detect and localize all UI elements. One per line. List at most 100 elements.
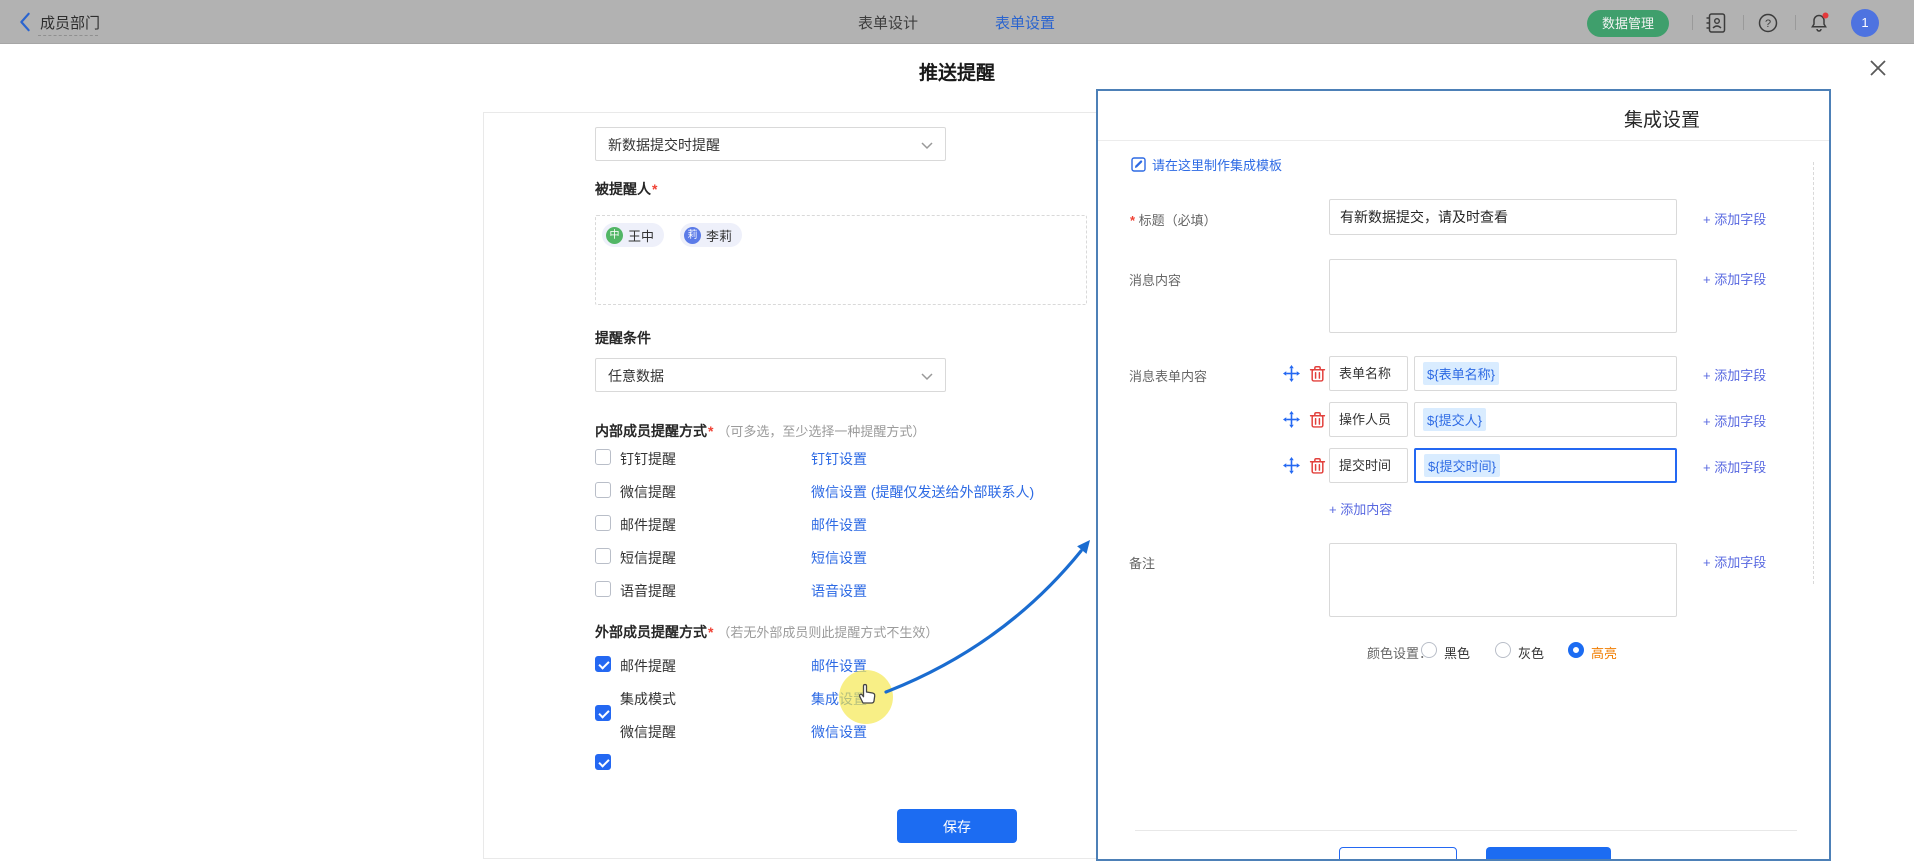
radio-label-highlight: 高亮: [1591, 643, 1617, 662]
field-token: ${提交人}: [1423, 408, 1486, 431]
message-content-textarea[interactable]: [1329, 259, 1677, 333]
external-methods-label: 外部成员提醒方式* （若无外部成员则此提醒方式不生效）: [595, 622, 938, 642]
move-handle-icon[interactable]: [1283, 457, 1300, 474]
external-email-settings-link[interactable]: 邮件设置: [811, 656, 867, 676]
save-button[interactable]: 保存: [897, 809, 1017, 843]
member-avatar: 中: [606, 227, 623, 244]
divider: [1795, 15, 1796, 30]
checkbox-label: 邮件提醒: [620, 515, 676, 535]
field-key-input[interactable]: 提交时间: [1329, 448, 1408, 483]
panel-secondary-button[interactable]: [1339, 847, 1457, 861]
delete-row-icon[interactable]: [1309, 457, 1326, 474]
field-token: ${提交时间}: [1424, 454, 1500, 477]
dingtalk-settings-link[interactable]: 钉钉设置: [811, 449, 867, 469]
checkbox-label: 邮件提醒: [620, 656, 676, 676]
member-tag[interactable]: 莉 李莉: [680, 223, 742, 247]
title-field-label: * 标题（必填）: [1129, 210, 1217, 229]
contacts-icon[interactable]: [1705, 12, 1727, 34]
checkbox-voice[interactable]: [595, 581, 611, 597]
panel-title: 集成设置: [1624, 105, 1700, 132]
email-settings-link[interactable]: 邮件设置: [811, 515, 867, 535]
delete-row-icon[interactable]: [1309, 411, 1326, 428]
required-asterisk: *: [1130, 213, 1139, 228]
condition-select[interactable]: 任意数据: [595, 358, 946, 392]
message-content-label: 消息内容: [1129, 270, 1181, 289]
required-asterisk: *: [708, 624, 713, 640]
add-field-link[interactable]: + 添加字段: [1703, 269, 1766, 288]
checkbox-external-wechat[interactable]: [595, 754, 611, 770]
member-name: 李莉: [706, 226, 732, 245]
note-textarea[interactable]: [1329, 543, 1677, 617]
add-field-link[interactable]: + 添加字段: [1703, 552, 1766, 571]
tab-form-settings[interactable]: 表单设置: [995, 12, 1055, 33]
checkbox-label: 钉钉提醒: [620, 449, 676, 469]
radio-gray[interactable]: [1495, 642, 1511, 658]
recipients-box[interactable]: 中 王中 莉 李莉: [595, 215, 1087, 305]
add-field-link[interactable]: + 添加字段: [1703, 457, 1766, 476]
template-hint-link[interactable]: 请在这里制作集成模板: [1131, 155, 1282, 174]
field-value-input[interactable]: ${表单名称}: [1414, 356, 1677, 391]
divider: [1692, 15, 1693, 30]
move-handle-icon[interactable]: [1283, 411, 1300, 428]
title-input[interactable]: [1329, 199, 1677, 235]
add-field-link[interactable]: + 添加字段: [1703, 411, 1766, 430]
dialog-title: 推送提醒: [0, 58, 1914, 85]
member-avatar: 莉: [684, 227, 701, 244]
add-field-link[interactable]: + 添加字段: [1703, 209, 1766, 228]
panel-header-divider: [1098, 140, 1829, 141]
condition-select-value: 任意数据: [608, 368, 664, 384]
note-label: 备注: [1129, 553, 1155, 572]
field-value-input[interactable]: ${提交人}: [1414, 402, 1677, 437]
svg-text:?: ?: [1765, 18, 1771, 30]
notification-bell-icon[interactable]: [1808, 12, 1830, 34]
user-avatar[interactable]: 1: [1851, 9, 1879, 37]
field-value-input-focused[interactable]: ${提交时间}: [1414, 448, 1677, 483]
external-wechat-settings-link[interactable]: 微信设置: [811, 722, 867, 742]
checkbox-external-email[interactable]: [595, 656, 611, 672]
member-name: 王中: [628, 226, 654, 245]
panel-footer-divider: [1135, 830, 1797, 831]
checkbox-label: 微信提醒: [620, 482, 676, 502]
integration-settings-panel: 集成设置 请在这里制作集成模板 * 标题（必填） + 添加字段 消息内容 + 添…: [1096, 89, 1831, 861]
radio-highlight[interactable]: [1568, 642, 1584, 658]
field-key-input[interactable]: 操作人员: [1329, 402, 1408, 437]
panel-primary-button[interactable]: [1486, 847, 1611, 861]
integration-settings-link[interactable]: 集成设置: [811, 689, 867, 709]
checkbox-email[interactable]: [595, 515, 611, 531]
trigger-select-value: 新数据提交时提醒: [608, 137, 720, 153]
voice-settings-link[interactable]: 语音设置: [811, 581, 867, 601]
required-asterisk: *: [652, 181, 657, 197]
internal-methods-label: 内部成员提醒方式* （可多选，至少选择一种提醒方式）: [595, 421, 925, 441]
checkbox-sms[interactable]: [595, 548, 611, 564]
divider: [1743, 15, 1744, 30]
delete-row-icon[interactable]: [1309, 365, 1326, 382]
field-key-input[interactable]: 表单名称: [1329, 356, 1408, 391]
external-methods-note: （若无外部成员则此提醒方式不生效）: [717, 625, 938, 640]
chevron-down-icon: [921, 142, 933, 150]
sms-settings-link[interactable]: 短信设置: [811, 548, 867, 568]
move-handle-icon[interactable]: [1283, 365, 1300, 382]
back-icon[interactable]: [16, 12, 34, 32]
checkbox-label: 短信提醒: [620, 548, 676, 568]
add-content-link[interactable]: + 添加内容: [1329, 499, 1392, 518]
checkbox-label: 语音提醒: [620, 581, 676, 601]
checkbox-label: 微信提醒: [620, 722, 676, 742]
checkbox-dingtalk[interactable]: [595, 449, 611, 465]
add-field-link[interactable]: + 添加字段: [1703, 365, 1766, 384]
tab-form-design[interactable]: 表单设计: [858, 12, 918, 33]
help-icon[interactable]: ?: [1757, 12, 1779, 34]
recipients-label: 被提醒人*: [595, 179, 657, 199]
checkbox-integration[interactable]: [595, 705, 611, 721]
checkbox-wechat[interactable]: [595, 482, 611, 498]
radio-label-gray: 灰色: [1518, 643, 1544, 662]
panel-scrollbar[interactable]: [1813, 162, 1814, 584]
trigger-select[interactable]: 新数据提交时提醒: [595, 127, 946, 161]
data-manage-button[interactable]: 数据管理: [1587, 10, 1669, 37]
close-icon[interactable]: [1868, 58, 1888, 78]
chevron-down-icon: [921, 373, 933, 381]
breadcrumb[interactable]: 成员部门: [40, 12, 100, 33]
topbar: 成员部门 表单设计 表单设置 数据管理 ? 1: [0, 0, 1914, 44]
member-tag[interactable]: 中 王中: [602, 223, 664, 247]
wechat-settings-link[interactable]: 微信设置 (提醒仅发送给外部联系人): [811, 482, 1034, 502]
radio-black[interactable]: [1421, 642, 1437, 658]
